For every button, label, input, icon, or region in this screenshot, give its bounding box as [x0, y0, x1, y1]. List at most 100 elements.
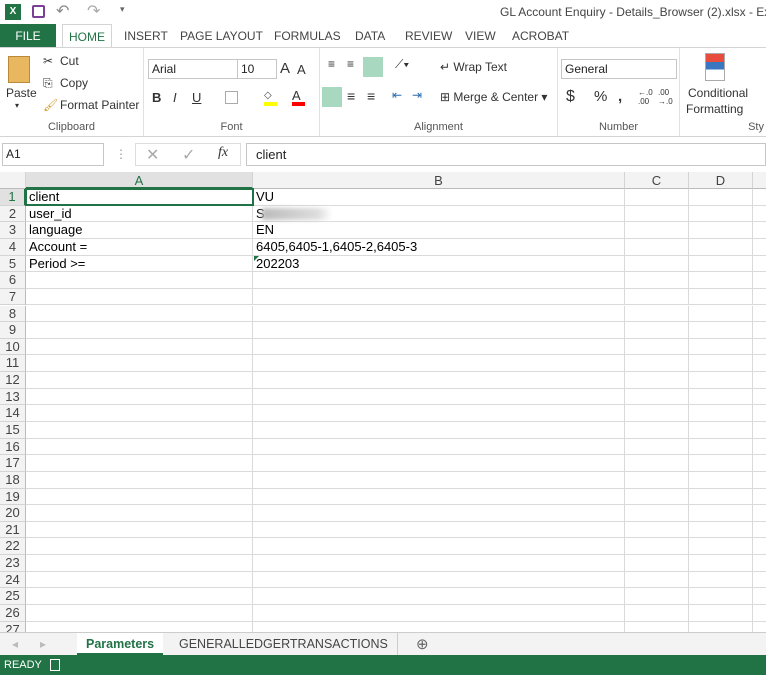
row-header[interactable]: 5 [0, 255, 26, 273]
cell-e8[interactable] [753, 306, 766, 323]
fill-color-icon[interactable]: ◇ [264, 90, 277, 106]
cell-c3[interactable] [625, 222, 689, 239]
cancel-icon[interactable]: ✕ [146, 145, 159, 165]
formula-input[interactable]: client [246, 143, 766, 166]
cell-a26[interactable] [26, 605, 253, 622]
cell-e25[interactable] [753, 588, 766, 606]
tab-view[interactable]: VIEW [465, 24, 496, 48]
column-header-c[interactable]: C [625, 172, 689, 189]
cell-c2[interactable] [625, 205, 689, 223]
cell-b19[interactable] [253, 488, 625, 506]
next-sheet-icon[interactable]: ▸ [40, 637, 46, 651]
decrease-indent-icon[interactable]: ⇤ [392, 88, 402, 102]
cell-c17[interactable] [625, 455, 689, 472]
cell-b3[interactable]: EN [253, 222, 625, 239]
cell-e19[interactable] [753, 489, 766, 506]
cell-b24[interactable] [253, 571, 625, 589]
tab-data[interactable]: DATA [355, 24, 385, 48]
paste-icon[interactable] [8, 56, 30, 83]
worksheet-grid[interactable]: A B C D 1 client VU 2 user_id S 3 language EN 4 Ac… [0, 172, 766, 632]
align-bottom-icon[interactable] [363, 57, 383, 77]
cell-a23[interactable] [26, 555, 253, 572]
align-right-icon[interactable]: ≡ [367, 88, 375, 104]
cell-b9[interactable] [253, 322, 625, 339]
cell-d19[interactable] [689, 488, 753, 506]
cell-e4[interactable] [753, 239, 766, 256]
cell-d12[interactable] [689, 372, 753, 389]
italic-button[interactable]: I [173, 90, 177, 105]
cell-d6[interactable] [689, 272, 753, 289]
cell-e24[interactable] [753, 572, 766, 589]
cell-c25[interactable] [625, 588, 689, 606]
cell-b11[interactable] [253, 355, 625, 373]
cell-b12[interactable] [253, 372, 625, 389]
paste-button[interactable]: Paste [6, 86, 37, 100]
cell-e6[interactable] [753, 272, 766, 289]
cell-b15[interactable] [253, 422, 625, 439]
cell-c13[interactable] [625, 388, 689, 406]
cell-e2[interactable] [753, 206, 766, 223]
cell-c21[interactable] [625, 521, 689, 539]
row-header[interactable]: 10 [0, 338, 26, 356]
tab-file[interactable]: FILE [0, 24, 56, 48]
increase-indent-icon[interactable]: ⇥ [412, 88, 422, 102]
add-sheet-icon[interactable]: ⊕ [416, 635, 429, 653]
cell-b4[interactable]: 6405,6405-1,6405-2,6405-3 [253, 238, 625, 256]
column-header-e[interactable] [753, 172, 766, 189]
row-header[interactable]: 9 [0, 322, 26, 339]
wrap-text-button[interactable]: ↵ Wrap Text [440, 60, 507, 74]
conditional-formatting-button[interactable]: Conditional [688, 86, 748, 100]
cell-e22[interactable] [753, 538, 766, 556]
cell-e17[interactable] [753, 455, 766, 472]
cell-d2[interactable] [689, 205, 753, 223]
cell-d5[interactable] [689, 255, 753, 273]
cell-a16[interactable] [26, 438, 253, 456]
align-center-icon[interactable]: ≡ [347, 88, 355, 104]
align-left-icon[interactable] [322, 87, 342, 107]
cell-d3[interactable] [689, 222, 753, 239]
cell-a6[interactable] [26, 272, 253, 289]
cell-a18[interactable] [26, 471, 253, 489]
cell-a19[interactable] [26, 488, 253, 506]
enter-icon[interactable]: ✓ [182, 145, 195, 165]
tab-insert[interactable]: INSERT [124, 24, 168, 48]
cell-b16[interactable] [253, 438, 625, 456]
cell-d20[interactable] [689, 505, 753, 522]
cell-b25[interactable] [253, 588, 625, 606]
row-header[interactable]: 1 [0, 189, 26, 206]
cell-d24[interactable] [689, 571, 753, 589]
row-header[interactable]: 20 [0, 505, 26, 522]
number-format-select[interactable]: General [561, 59, 677, 79]
insert-function-button[interactable]: fx [218, 145, 228, 161]
tab-formulas[interactable]: FORMULAS [274, 24, 341, 48]
borders-icon[interactable] [225, 91, 238, 104]
copy-button[interactable]: Copy [60, 76, 88, 90]
cell-c23[interactable] [625, 555, 689, 572]
cell-e13[interactable] [753, 389, 766, 406]
cell-a20[interactable] [26, 505, 253, 522]
cell-e15[interactable] [753, 422, 766, 439]
cell-b21[interactable] [253, 521, 625, 539]
column-header-d[interactable]: D [689, 172, 753, 189]
sheet-tab-parameters[interactable]: Parameters [77, 633, 164, 655]
cell-c10[interactable] [625, 338, 689, 356]
bold-button[interactable]: B [152, 90, 161, 105]
cell-d7[interactable] [689, 288, 753, 306]
cell-a14[interactable] [26, 405, 253, 422]
font-size-select[interactable]: 10 [237, 59, 277, 79]
cell-d13[interactable] [689, 388, 753, 406]
cell-d1[interactable] [689, 189, 753, 206]
cell-a10[interactable] [26, 338, 253, 356]
macro-record-icon[interactable] [50, 659, 60, 671]
row-header[interactable]: 2 [0, 205, 26, 223]
row-header[interactable]: 27 [0, 621, 26, 632]
cell-e7[interactable] [753, 289, 766, 306]
cell-c19[interactable] [625, 488, 689, 506]
row-header[interactable]: 16 [0, 438, 26, 456]
cell-a24[interactable] [26, 571, 253, 589]
row-header[interactable]: 13 [0, 388, 26, 406]
font-color-icon[interactable]: A [292, 88, 305, 106]
format-painter-button[interactable]: Format Painter [60, 98, 139, 112]
increase-font-icon[interactable]: A [280, 60, 290, 77]
cell-e11[interactable] [753, 355, 766, 373]
